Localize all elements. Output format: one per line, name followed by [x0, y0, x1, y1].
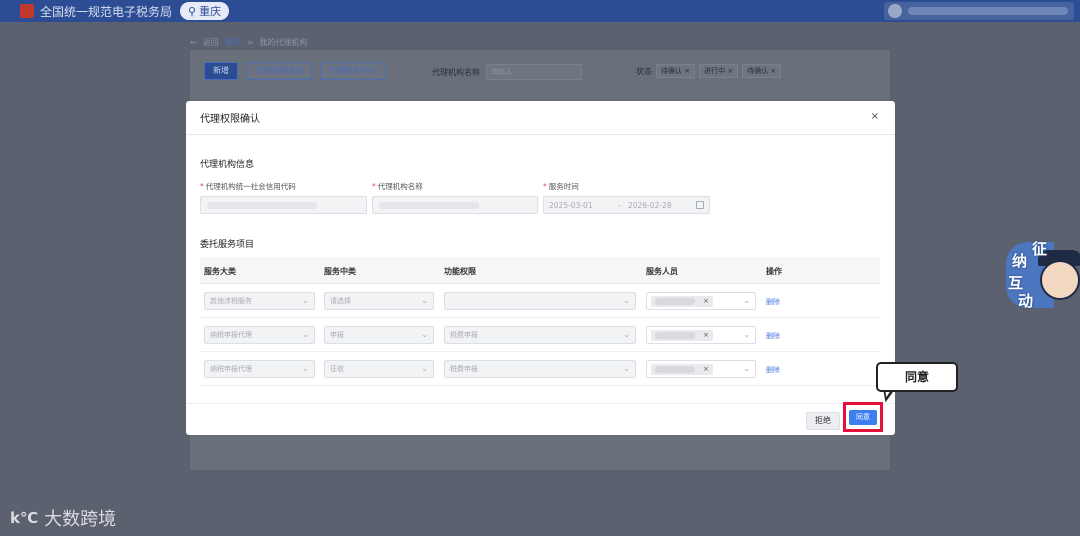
- delete-link[interactable]: 删除: [766, 297, 780, 307]
- agency-query-button[interactable]: 代理机构查询: [246, 62, 312, 80]
- tax-bureau-logo-icon: [20, 4, 34, 18]
- mascot-char: 征: [1032, 240, 1048, 258]
- date-separator: -: [618, 201, 621, 210]
- breadcrumb-separator: >: [246, 38, 254, 47]
- service-subcategory-select[interactable]: 申报 ⌄: [324, 326, 434, 344]
- delete-link[interactable]: 删除: [766, 365, 780, 375]
- chevron-down-icon: ⌄: [421, 330, 428, 339]
- chevron-down-icon: ⌄: [743, 296, 750, 305]
- dialog-footer: 拒绝: [186, 403, 895, 435]
- staff-chip: ×: [651, 364, 713, 375]
- calendar-icon: [696, 201, 704, 209]
- service-category-select[interactable]: 纳税申报代理 ⌄: [204, 326, 315, 344]
- status-tag[interactable]: 进行中 ×: [699, 64, 739, 78]
- service-category-select[interactable]: 其他涉税服务 ⌄: [204, 292, 315, 310]
- status-label: 状态: [636, 66, 652, 76]
- status-filter: 状态 待确认 × 进行中 × 待确认 ×: [636, 64, 782, 78]
- agency-info-heading: 代理机构信息: [200, 160, 255, 170]
- chevron-down-icon: ⌄: [421, 296, 428, 305]
- breadcrumb-current: 我的代理机构: [259, 38, 308, 47]
- column-header: 服务人员: [646, 267, 678, 276]
- watermark: k℃ 大数跨境: [10, 505, 116, 531]
- close-icon[interactable]: ×: [871, 111, 879, 122]
- dialog-header: 代理权限确认 ×: [186, 101, 895, 135]
- staff-select[interactable]: × ⌄: [646, 326, 756, 344]
- staff-chip: ×: [651, 296, 713, 307]
- background-toolbar: 新增 代理机构查询 代理机构评价: [204, 62, 386, 80]
- remove-chip-icon[interactable]: ×: [703, 296, 709, 307]
- column-header: 服务大类: [204, 267, 236, 276]
- column-header: 操作: [766, 267, 782, 276]
- site-title: 全国统一规范电子税务局: [40, 4, 173, 19]
- remove-chip-icon[interactable]: ×: [703, 364, 709, 375]
- permission-select[interactable]: ⌄: [444, 292, 636, 310]
- mascot-face-icon: [1040, 260, 1080, 300]
- staff-select[interactable]: × ⌄: [646, 360, 756, 378]
- region-label: 重庆: [199, 5, 222, 18]
- agency-name-filter: 代理机构名称 请输入: [432, 64, 582, 80]
- table-row: 纳税申报代理 ⌄ 征收 ⌄ 税费申报 ⌄ × ⌄ 删除: [200, 352, 880, 386]
- add-button[interactable]: 新增: [204, 62, 238, 80]
- agency-name-input[interactable]: 请输入: [486, 64, 582, 80]
- table-header: 服务大类 服务中类 功能权限 服务人员 操作: [200, 257, 880, 284]
- date-end: 2026-02-28: [628, 201, 672, 210]
- service-subcategory-select[interactable]: 征收 ⌄: [324, 360, 434, 378]
- agency-name-label: * 代理机构名称: [372, 182, 423, 191]
- mascot-char: 纳: [1012, 252, 1028, 270]
- mascot-char: 动: [1018, 292, 1034, 310]
- table-row: 纳税申报代理 ⌄ 申报 ⌄ 税费申报 ⌄ × ⌄ 删除: [200, 318, 880, 352]
- status-tag[interactable]: 待确认 ×: [656, 64, 696, 78]
- service-category-select[interactable]: 纳税申报代理 ⌄: [204, 360, 315, 378]
- agree-button[interactable]: 同意: [849, 410, 877, 425]
- credit-code-field[interactable]: [200, 196, 367, 214]
- chevron-down-icon: ⌄: [421, 364, 428, 373]
- credit-code-label: * 代理机构统一社会信用代码: [200, 182, 296, 191]
- delete-link[interactable]: 删除: [766, 331, 780, 341]
- agree-button-highlight: 同意: [843, 402, 883, 432]
- redacted-value: [207, 202, 317, 209]
- chevron-down-icon: ⌄: [623, 296, 630, 305]
- permission-select[interactable]: 税费申报 ⌄: [444, 326, 636, 344]
- service-time-range[interactable]: 2025-03-01 - 2026-02-28: [543, 196, 710, 214]
- filter-label: 代理机构名称: [432, 67, 480, 77]
- breadcrumb-home[interactable]: 首页: [225, 37, 241, 48]
- column-header: 服务中类: [324, 267, 356, 276]
- dialog-title: 代理权限确认: [200, 114, 260, 125]
- column-header: 功能权限: [444, 267, 476, 276]
- service-subcategory-select[interactable]: 请选择 ⌄: [324, 292, 434, 310]
- user-menu[interactable]: [884, 2, 1074, 20]
- chevron-down-icon: ⌄: [302, 364, 309, 373]
- agree-callout: 同意: [876, 362, 958, 392]
- chevron-down-icon: ⌄: [302, 330, 309, 339]
- service-time-label: * 服务时间: [543, 182, 579, 191]
- interaction-mascot-widget[interactable]: 征 纳 互 动: [1006, 238, 1080, 314]
- permission-select[interactable]: 税费申报 ⌄: [444, 360, 636, 378]
- region-selector[interactable]: ⚲ 重庆: [180, 2, 230, 20]
- staff-select[interactable]: × ⌄: [646, 292, 756, 310]
- avatar-icon: [888, 4, 902, 18]
- back-arrow-icon[interactable]: ←: [190, 38, 197, 47]
- service-items-heading: 委托服务项目: [200, 240, 255, 250]
- watermark-logo-icon: k℃: [10, 509, 39, 527]
- reject-button[interactable]: 拒绝: [806, 412, 840, 430]
- chevron-down-icon: ⌄: [743, 364, 750, 373]
- agency-evaluate-button[interactable]: 代理机构评价: [320, 62, 386, 80]
- top-bar: 全国统一规范电子税务局 ⚲ 重庆: [0, 0, 1080, 22]
- agency-name-field[interactable]: [372, 196, 538, 214]
- date-start: 2025-03-01: [549, 201, 593, 210]
- chevron-down-icon: ⌄: [623, 330, 630, 339]
- table-row: 其他涉税服务 ⌄ 请选择 ⌄ ⌄ × ⌄ 删除: [200, 284, 880, 318]
- status-tag[interactable]: 待确认 ×: [742, 64, 782, 78]
- user-name-redacted: [908, 7, 1068, 15]
- chevron-down-icon: ⌄: [302, 296, 309, 305]
- watermark-text: 大数跨境: [44, 509, 117, 530]
- location-pin-icon: ⚲: [188, 4, 197, 18]
- remove-chip-icon[interactable]: ×: [703, 330, 709, 341]
- redacted-value: [379, 202, 479, 209]
- breadcrumb: ← 返回 首页 > 我的代理机构: [190, 37, 307, 48]
- staff-chip: ×: [651, 330, 713, 341]
- chevron-down-icon: ⌄: [743, 330, 750, 339]
- chevron-down-icon: ⌄: [623, 364, 630, 373]
- back-link[interactable]: 返回: [203, 37, 219, 48]
